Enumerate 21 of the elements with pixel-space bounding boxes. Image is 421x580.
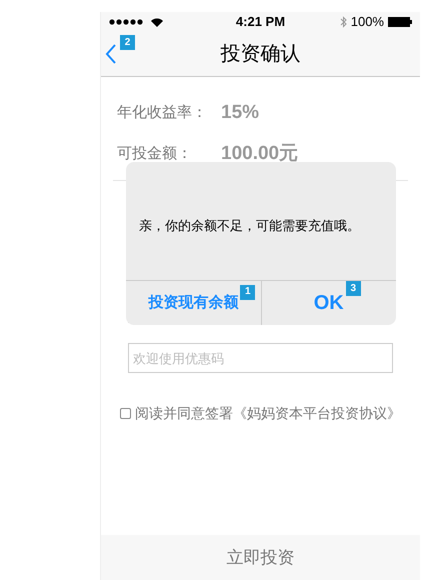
agreement-checkbox[interactable] (120, 408, 131, 419)
invest-now-button[interactable]: 立即投资 (101, 535, 420, 580)
info-label: 年化收益率： (117, 103, 208, 123)
info-value: 15% (221, 101, 260, 125)
info-label: 可投金额： (117, 144, 193, 164)
agreement-text: 阅读并同意签署《妈妈资本平台投资协议》 (135, 404, 401, 423)
alert-button[interactable]: OK 3 (260, 281, 396, 325)
annotation-badge: 2 (120, 35, 135, 50)
battery-percent: 100% (350, 13, 384, 32)
back-icon (105, 44, 117, 64)
annotation-badge: 1 (240, 284, 256, 300)
status-time: 4:21 PM (236, 13, 286, 32)
alert-button[interactable]: 投资现有余额 1 (126, 281, 260, 325)
alert-message: 亲，你的余额不足，可能需要充值哦。 (139, 217, 360, 236)
battery-icon (388, 17, 412, 27)
bluetooth-icon (340, 16, 347, 28)
wifi-icon (151, 18, 163, 26)
page-title: 投资确认 (220, 42, 300, 67)
info-value: 100.00元 (221, 142, 298, 166)
annotation-badge: 3 (346, 281, 361, 296)
coupon-field[interactable]: 欢迎使用优惠码 (128, 343, 393, 373)
